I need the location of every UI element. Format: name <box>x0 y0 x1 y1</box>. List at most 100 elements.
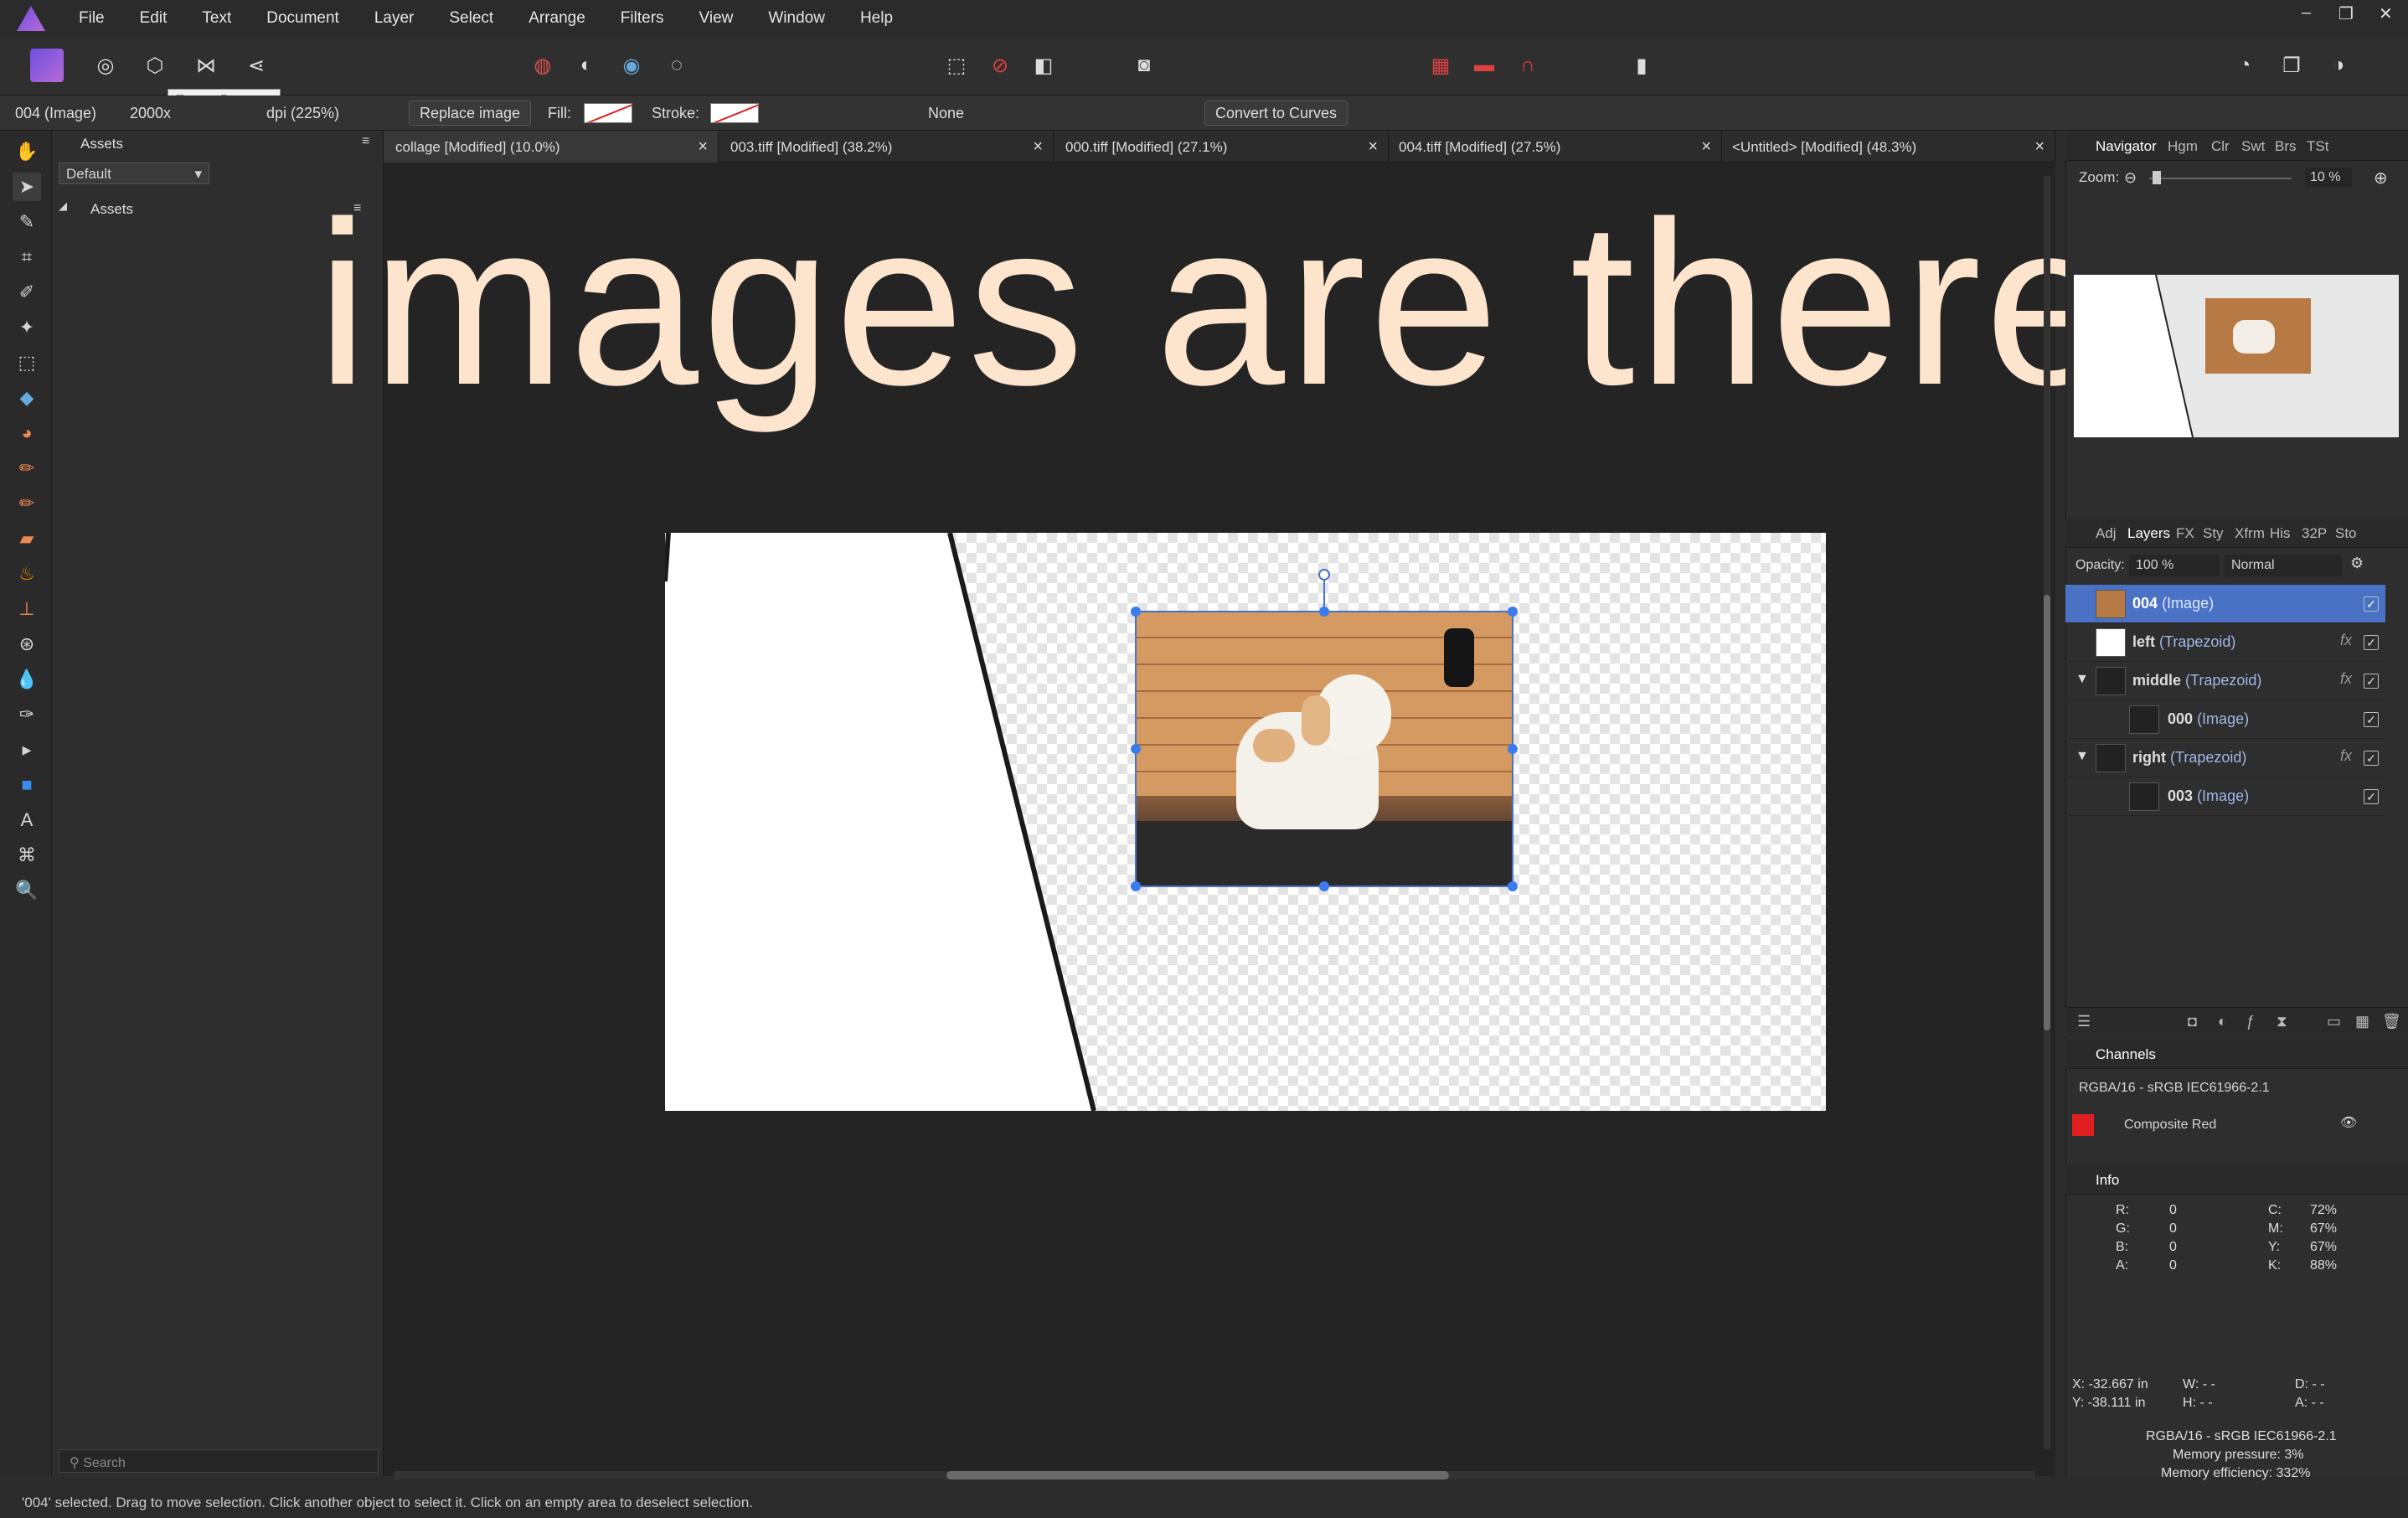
horizontal-scroll-thumb[interactable] <box>946 1471 1449 1479</box>
clone-icon[interactable]: ⊥ <box>13 595 41 623</box>
affinity-logo-icon[interactable] <box>17 6 45 31</box>
assets-search-input[interactable]: ⚲ Search <box>59 1449 379 1473</box>
tab-transform[interactable]: Xfrm <box>2235 525 2265 542</box>
color-replace-icon[interactable]: ✏ <box>13 489 41 518</box>
tab-000[interactable]: 000.tiff [Modified] (27.1%) × <box>1054 131 1389 163</box>
mask-icon[interactable]: ◘ <box>2188 1013 2197 1030</box>
move-tool-icon[interactable]: ➤ <box>13 173 41 201</box>
hand-tool-icon[interactable]: ✋ <box>13 137 41 166</box>
trash-icon[interactable]: 🗑 <box>2382 1013 2401 1030</box>
auto-contrast-icon[interactable]: ◐ <box>570 49 603 82</box>
menu-help[interactable]: Help <box>860 9 893 28</box>
liquify-persona-icon[interactable]: ◎ <box>89 49 122 82</box>
selection-brush-icon[interactable]: ✐ <box>13 278 41 307</box>
zoom-tool-icon[interactable]: 🔍 <box>13 876 41 905</box>
color-picker-icon[interactable]: ✎ <box>13 208 41 236</box>
tab-collage[interactable]: collage [Modified] (10.0%) × <box>384 131 719 163</box>
horizontal-scrollbar[interactable] <box>394 1471 2035 1479</box>
layer-row-middle[interactable]: ▼ middle (Trapezoid) fx ✓ <box>2065 662 2385 700</box>
assets-tab[interactable]: Assets <box>80 136 123 152</box>
canvas-headline-text[interactable]: images are there <box>317 178 2117 429</box>
zoom-value-field[interactable]: 10 % <box>2305 168 2352 188</box>
menu-window[interactable]: Window <box>768 9 825 28</box>
menu-select[interactable]: Select <box>449 9 493 28</box>
tab-stock[interactable]: Sto <box>2335 525 2357 542</box>
tab-info[interactable]: Info <box>2096 1172 2119 1189</box>
visibility-checkbox[interactable]: ✓ <box>2364 789 2379 804</box>
dpi-dropdown[interactable]: dpi (225%) <box>266 105 339 122</box>
folder-icon[interactable]: ▭ <box>2327 1013 2341 1030</box>
adjustment-icon[interactable]: ◐ <box>2218 1013 2227 1030</box>
navigator-preview[interactable] <box>2074 275 2399 437</box>
expand-triangle-icon[interactable]: ▼ <box>2075 672 2089 687</box>
blend-mode-dropdown[interactable]: Normal <box>2225 555 2342 576</box>
text-tool-icon[interactable]: A <box>13 806 41 834</box>
channel-composite-red[interactable]: Composite Red <box>2124 1118 2216 1133</box>
layer-settings-gear-icon[interactable]: ⚙ <box>2350 555 2364 572</box>
menu-view[interactable]: View <box>699 9 734 28</box>
visibility-checkbox[interactable]: ✓ <box>2364 635 2379 650</box>
assets-category-dropdown[interactable]: Default ▾ <box>59 163 209 184</box>
visibility-checkbox[interactable]: ✓ <box>2364 712 2379 727</box>
fx-icon[interactable]: fx <box>2340 747 2352 765</box>
blur-brush-icon[interactable]: 💧 <box>13 665 41 694</box>
eye-icon[interactable]: 👁 <box>2340 1114 2357 1131</box>
fx-icon[interactable]: fx <box>2340 670 2352 688</box>
tab-003[interactable]: 003.tiff [Modified] (38.2%) × <box>719 131 1054 163</box>
tab-layers[interactable]: Layers <box>2127 525 2170 542</box>
menu-filters[interactable]: Filters <box>621 9 664 28</box>
paint-brush-icon[interactable]: ✏ <box>13 454 41 483</box>
tab-histogram[interactable]: Hgm <box>2168 138 2198 155</box>
tab-color[interactable]: Clr <box>2211 138 2230 155</box>
expand-triangle-icon[interactable]: ▼ <box>2075 749 2089 764</box>
menu-arrange[interactable]: Arrange <box>529 9 585 28</box>
tab-fx[interactable]: FX <box>2176 525 2194 542</box>
fx-add-icon[interactable]: ƒ <box>2246 1013 2255 1030</box>
rectangle-tool-icon[interactable]: ■ <box>13 771 41 799</box>
tab-history[interactable]: His <box>2270 525 2291 542</box>
snapping-grid-icon[interactable]: ▦ <box>1424 49 1457 82</box>
auto-white-balance-icon[interactable]: ◌ <box>660 49 694 82</box>
close-tab-icon[interactable]: × <box>698 137 708 157</box>
flood-select-icon[interactable]: ✦ <box>13 313 41 342</box>
eraser-icon[interactable]: ▰ <box>13 524 41 553</box>
smudge-icon[interactable]: ✑ <box>13 700 41 729</box>
menu-edit[interactable]: Edit <box>140 9 168 28</box>
red-eye-icon[interactable]: ⊛ <box>13 630 41 658</box>
replace-image-button[interactable]: Replace image <box>409 101 532 126</box>
visibility-checkbox[interactable]: ✓ <box>2364 751 2379 766</box>
mesh-warp-icon[interactable]: ⌘ <box>13 841 41 870</box>
zoom-in-icon[interactable]: ⊕ <box>2374 168 2388 188</box>
selection-handles[interactable] <box>1124 566 1526 898</box>
tab-004[interactable]: 004.tiff [Modified] (27.5%) × <box>1387 131 1722 163</box>
visibility-checkbox[interactable]: ✓ <box>2364 674 2379 689</box>
tab-adjustments[interactable]: Adj <box>2096 525 2117 542</box>
invert-selection-icon[interactable]: ◧ <box>1027 49 1060 82</box>
collapse-triangle-icon[interactable]: ◢ <box>59 199 67 213</box>
assistant-icon[interactable]: ▮ <box>1625 49 1658 82</box>
marquee-tool-icon[interactable]: ⬚ <box>13 349 41 377</box>
tab-swatches[interactable]: Swt <box>2241 138 2265 155</box>
studio-icon[interactable]: ❐ <box>2275 49 2308 82</box>
crop-tool-icon[interactable]: ⌗ <box>13 243 41 271</box>
menu-document[interactable]: Document <box>266 9 339 28</box>
stroke-swatch[interactable] <box>710 103 759 123</box>
deselect-icon[interactable]: ⊘ <box>983 49 1017 82</box>
pen-tool-icon[interactable]: ▸ <box>13 736 41 764</box>
tab-navigator[interactable]: Navigator <box>2096 138 2157 155</box>
visibility-checkbox[interactable]: ✓ <box>2364 596 2379 612</box>
close-tab-icon[interactable]: × <box>2034 137 2044 157</box>
auto-levels-icon[interactable]: ◍ <box>526 49 559 82</box>
fx-icon[interactable]: fx <box>2340 632 2352 649</box>
menu-text[interactable]: Text <box>202 9 231 28</box>
tab-32p[interactable]: 32P <box>2302 525 2327 542</box>
photo-persona-icon[interactable] <box>30 49 64 82</box>
quick-mask-icon[interactable]: ◙ <box>1127 49 1161 82</box>
zoom-slider[interactable] <box>2149 171 2292 184</box>
layer-row-left[interactable]: left (Trapezoid) fx ✓ <box>2065 623 2385 662</box>
layer-row-003[interactable]: 003 (Image) ✓ <box>2065 777 2385 816</box>
vertical-scroll-thumb[interactable] <box>2044 595 2050 1030</box>
export-persona-icon[interactable]: ⋖ <box>240 49 273 82</box>
view-mode-icon[interactable]: ◔ <box>2228 49 2261 82</box>
close-tab-icon[interactable]: × <box>1033 137 1043 157</box>
